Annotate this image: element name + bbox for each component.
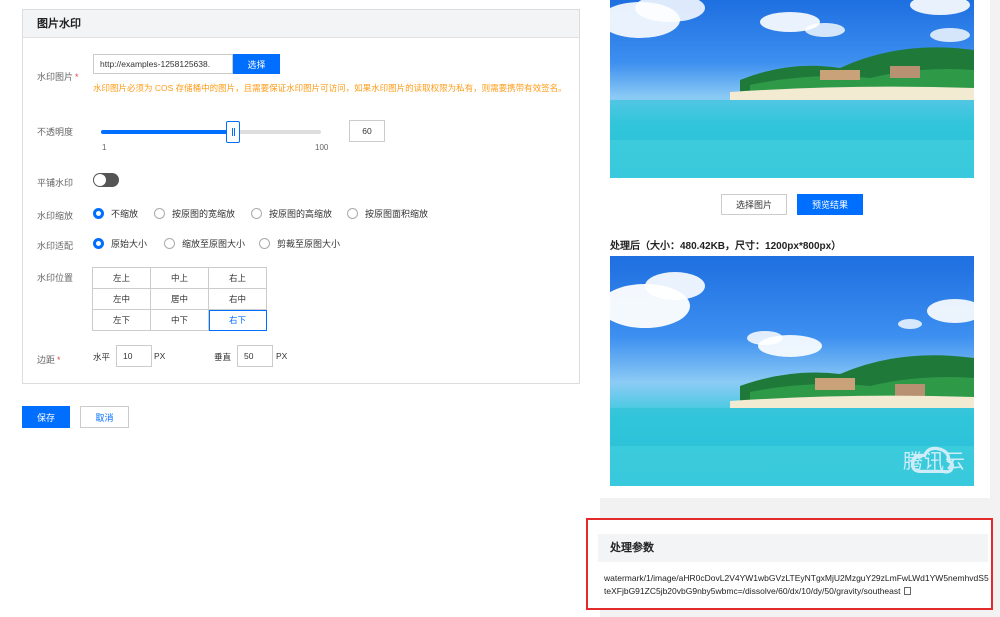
opacity-slider-track[interactable] — [101, 130, 321, 134]
opacity-min-label: 1 — [102, 143, 107, 152]
radio-dot — [93, 238, 104, 249]
position-bottom-center[interactable]: 中下 — [151, 310, 209, 331]
opacity-slider-fill — [101, 130, 233, 134]
fit-option-crop[interactable]: 剪裁至原图大小 — [259, 237, 340, 250]
params-title: 处理参数 — [598, 534, 988, 562]
fit-option-scale[interactable]: 缩放至原图大小 — [164, 237, 245, 250]
watermark-image-label: 水印图片 * — [37, 72, 79, 82]
opacity-value-input[interactable]: 60 — [349, 120, 385, 142]
fit-option-original[interactable]: 原始大小 — [93, 237, 147, 250]
scale-option-height[interactable]: 按原图的高缩放 — [251, 207, 332, 220]
radio-dot — [347, 208, 358, 219]
horizontal-margin-input[interactable]: 10 — [116, 345, 152, 367]
toggle-knob — [94, 174, 106, 186]
radio-dot — [259, 238, 270, 249]
scale-option-width[interactable]: 按原图的宽缩放 — [154, 207, 235, 220]
original-image — [610, 0, 974, 178]
params-value[interactable]: watermark/1/image/aHR0cDovL2V4YW1wbGVzLT… — [604, 573, 989, 596]
radio-dot — [154, 208, 165, 219]
result-title: 处理后（大小：480.42KB，尺寸：1200px*800px） — [610, 241, 842, 252]
result-image: 腾讯云 — [610, 256, 974, 486]
opacity-slider-handle[interactable] — [226, 121, 240, 143]
params-text: watermark/1/image/aHR0cDovL2V4YW1wbGVzLT… — [604, 572, 990, 598]
position-bottom-left[interactable]: 左下 — [93, 310, 151, 331]
position-center[interactable]: 居中 — [151, 289, 209, 310]
radio-dot — [251, 208, 262, 219]
copy-icon[interactable] — [904, 587, 912, 595]
preview-card: 选择图片 预览结果 处理后（大小：480.42KB，尺寸：1200px*800p… — [598, 0, 990, 498]
select-image-button[interactable]: 选择 — [233, 54, 280, 74]
processing-params-box: 处理参数 watermark/1/image/aHR0cDovL2V4YW1wb… — [586, 518, 993, 610]
tile-watermark-label: 平铺水印 — [37, 178, 74, 188]
image-watermark-panel: 图片水印 水印图片 * http://examples-1258125638. 选… — [22, 9, 580, 384]
watermark-image-warning: 水印图片必须为 COS 存储桶中的图片，且需要保证水印图片可访问，如果水印图片的… — [93, 83, 567, 93]
scale-option-none[interactable]: 不缩放 — [93, 207, 138, 220]
position-top-right[interactable]: 右上 — [209, 268, 267, 289]
opacity-max-label: 100 — [315, 143, 329, 152]
position-middle-right[interactable]: 右中 — [209, 289, 267, 310]
scale-label: 水印缩放 — [37, 211, 74, 221]
position-bottom-right[interactable]: 右下 — [209, 310, 267, 331]
vertical-label: 垂直 — [214, 352, 232, 362]
cloud-logo-icon — [910, 446, 955, 474]
vertical-margin-input[interactable]: 50 — [237, 345, 273, 367]
scale-option-area[interactable]: 按原图面积缩放 — [347, 207, 428, 220]
settings-column: 图片水印 水印图片 * http://examples-1258125638. 选… — [0, 0, 600, 617]
radio-dot — [93, 208, 104, 219]
choose-image-button[interactable]: 选择图片 — [721, 194, 787, 215]
position-top-center[interactable]: 中上 — [151, 268, 209, 289]
preview-result-button[interactable]: 预览结果 — [797, 194, 863, 215]
vertical-unit: PX — [276, 351, 288, 361]
horizontal-label: 水平 — [93, 352, 111, 362]
fit-label: 水印适配 — [37, 241, 74, 251]
tile-watermark-toggle[interactable] — [93, 173, 119, 187]
opacity-label: 不透明度 — [37, 127, 74, 137]
cancel-button[interactable]: 取消 — [80, 406, 129, 428]
position-grid: 左上 中上 右上 左中 居中 右中 左下 中下 右下 — [92, 267, 267, 331]
beach-scene — [610, 0, 974, 178]
watermark-image-url-input[interactable]: http://examples-1258125638. — [93, 54, 233, 74]
save-button[interactable]: 保存 — [22, 406, 70, 428]
panel-title: 图片水印 — [23, 10, 579, 38]
position-label: 水印位置 — [37, 273, 74, 283]
position-middle-left[interactable]: 左中 — [93, 289, 151, 310]
radio-dot — [164, 238, 175, 249]
horizontal-unit: PX — [154, 351, 166, 361]
tencent-cloud-watermark: 腾讯云 — [899, 445, 966, 474]
margin-label: 边距 * — [37, 355, 61, 365]
position-top-left[interactable]: 左上 — [93, 268, 151, 289]
